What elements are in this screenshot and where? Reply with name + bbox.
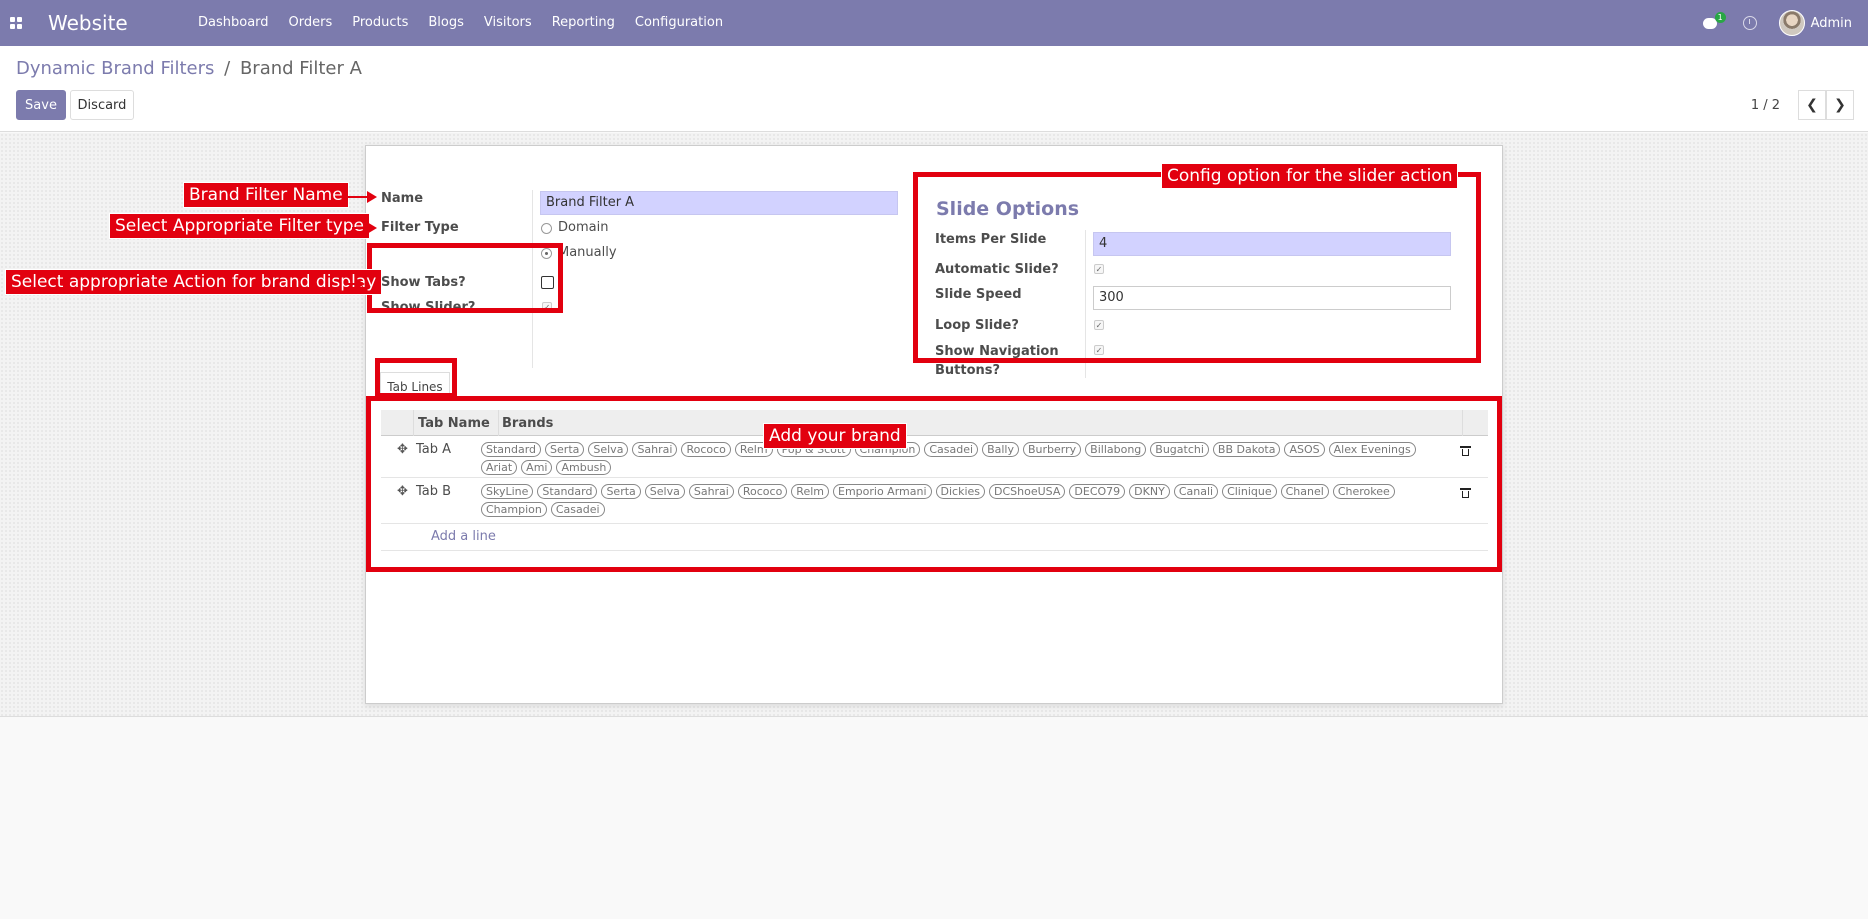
annotation-arrow [352, 222, 377, 234]
annotation-box-tab [375, 358, 457, 398]
activity-clock-icon[interactable] [1742, 16, 1757, 30]
main-menu: Dashboard Orders Products Blogs Visitors… [188, 0, 733, 46]
user-menu[interactable]: Admin [1778, 10, 1852, 36]
menu-orders[interactable]: Orders [279, 0, 343, 46]
navbar-systray: 1 Admin [1702, 0, 1852, 46]
annotation-arrow [347, 278, 365, 290]
chat-badge: 1 [1714, 12, 1726, 23]
annotation-filter-type: Select Appropriate Filter type [109, 213, 371, 239]
annotation-action: Select appropriate Action for brand disp… [5, 269, 383, 295]
annotation-arrow [345, 191, 377, 203]
filter-type-label: Filter Type [381, 220, 459, 235]
top-navbar: Website Dashboard Orders Products Blogs … [0, 0, 1868, 46]
annotation-config: Config option for the slider action [1161, 163, 1459, 189]
name-label: Name [381, 191, 424, 206]
chevron-right-icon: ❯ [1834, 97, 1846, 113]
breadcrumb-current: Brand Filter A [239, 58, 362, 79]
breadcrumb-parent[interactable]: Dynamic Brand Filters [16, 58, 214, 79]
annotation-brand-filter-name: Brand Filter Name [183, 182, 349, 208]
filter-type-manually-label[interactable]: Manually [558, 245, 617, 260]
discard-button[interactable]: Discard [70, 90, 134, 120]
breadcrumb-separator: / [224, 58, 231, 79]
save-button[interactable]: Save [16, 90, 66, 120]
control-panel: Dynamic Brand Filters / Brand Filter A S… [0, 46, 1868, 132]
annotation-box-brands [366, 396, 1502, 572]
filter-type-domain-label[interactable]: Domain [558, 220, 608, 235]
filter-type-domain-radio[interactable] [541, 223, 552, 234]
form-sheet: Name Filter Type Brand Filter A Domain M… [365, 145, 1503, 704]
app-name[interactable]: Website [48, 11, 188, 35]
pager-value[interactable]: 1 / 2 [1751, 98, 1780, 113]
form-view: Name Filter Type Brand Filter A Domain M… [0, 133, 1868, 717]
breadcrumb: Dynamic Brand Filters / Brand Filter A [16, 58, 362, 79]
annotation-add-brand: Add your brand [763, 423, 907, 449]
show-navigation-label-line2: Buttons? [935, 363, 1001, 378]
menu-configuration[interactable]: Configuration [625, 0, 733, 46]
menu-visitors[interactable]: Visitors [474, 0, 542, 46]
apps-menu-icon[interactable] [0, 0, 32, 46]
name-field[interactable]: Brand Filter A [540, 191, 898, 215]
pager-next-button[interactable]: ❯ [1826, 90, 1854, 120]
chat-icon[interactable]: 1 [1702, 12, 1726, 30]
annotation-box-slide-options [913, 172, 1481, 363]
chevron-left-icon: ❮ [1806, 97, 1818, 113]
menu-products[interactable]: Products [342, 0, 418, 46]
menu-reporting[interactable]: Reporting [542, 0, 625, 46]
pager-previous-button[interactable]: ❮ [1798, 90, 1826, 120]
annotation-box-actions [367, 243, 563, 313]
avatar [1778, 10, 1805, 36]
user-name: Admin [1810, 15, 1852, 31]
menu-dashboard[interactable]: Dashboard [188, 0, 279, 46]
menu-blogs[interactable]: Blogs [418, 0, 474, 46]
